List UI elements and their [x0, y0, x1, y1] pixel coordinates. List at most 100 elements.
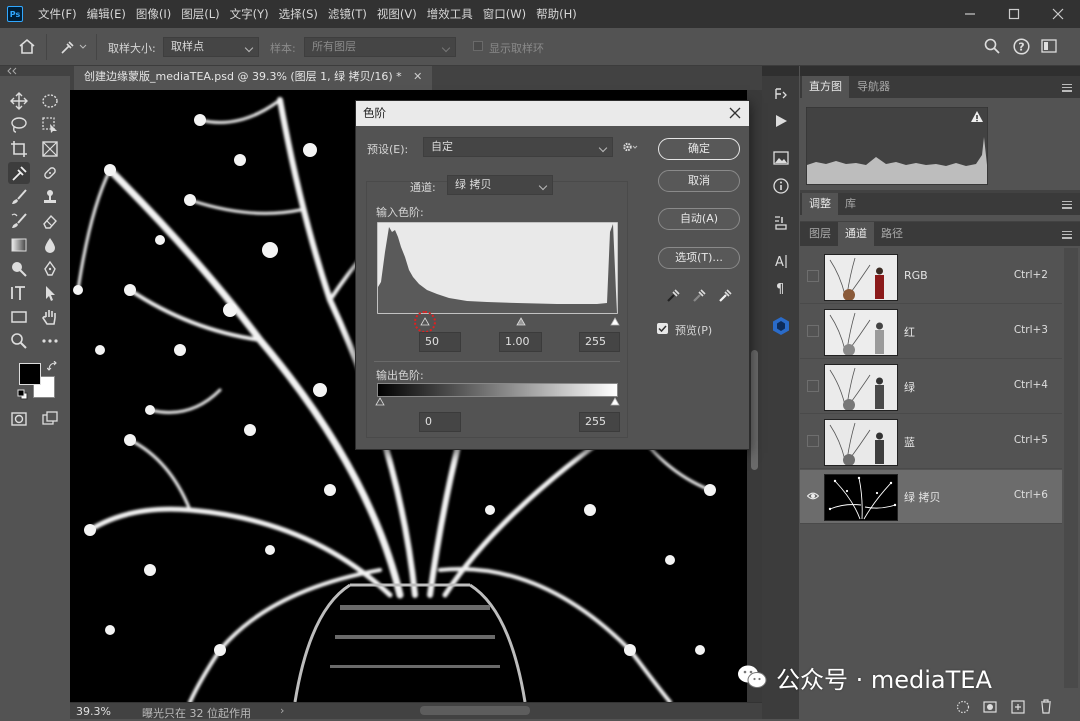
show-ring-checkbox[interactable] — [473, 41, 483, 51]
close-window-button[interactable] — [1036, 0, 1080, 28]
zoom-level[interactable]: 39.3% — [76, 705, 111, 718]
gamma-slider[interactable] — [516, 317, 526, 326]
pen-tool[interactable] — [39, 258, 61, 280]
load-selection-button[interactable] — [956, 700, 970, 714]
save-selection-button[interactable] — [983, 700, 997, 714]
document-tab[interactable]: 创建边缘蒙版_mediaTEA.psd @ 39.3% (图层 1, 绿 拷贝/… — [74, 66, 433, 90]
menu-layer[interactable]: 图层(L) — [176, 0, 224, 28]
lasso-tool[interactable] — [8, 114, 30, 136]
menu-file[interactable]: 文件(F) — [33, 0, 82, 28]
close-icon[interactable] — [727, 105, 743, 121]
frame-tool[interactable] — [39, 138, 61, 160]
swap-colors-button[interactable] — [47, 361, 59, 373]
menu-type[interactable]: 文字(Y) — [225, 0, 274, 28]
menu-edit[interactable]: 编辑(E) — [82, 0, 131, 28]
menu-window[interactable]: 窗口(W) — [478, 0, 531, 28]
channel-select[interactable]: 绿 拷贝 — [447, 175, 553, 195]
menu-filter[interactable]: 滤镜(T) — [323, 0, 372, 28]
channels-menu-icon[interactable] — [1062, 229, 1072, 240]
history-panel-button[interactable] — [771, 84, 791, 104]
black-eyedropper-icon[interactable] — [666, 287, 682, 303]
horizontal-scroll-thumb[interactable] — [420, 706, 530, 715]
cancel-button[interactable]: 取消 — [658, 170, 740, 192]
foreground-color-swatch[interactable] — [19, 363, 41, 385]
warning-icon[interactable] — [970, 110, 984, 123]
output-white-field[interactable]: 255 — [579, 412, 620, 432]
channel-row[interactable]: 红 Ctrl+3 — [800, 305, 1062, 359]
white-point-slider[interactable] — [610, 317, 620, 326]
maximize-button[interactable] — [992, 0, 1036, 28]
toolbox-collapse-strip[interactable] — [0, 66, 70, 76]
gray-eyedropper-icon[interactable] — [692, 287, 708, 303]
visibility-toggle[interactable] — [807, 490, 819, 502]
hand-tool[interactable] — [39, 306, 61, 328]
preset-options-button[interactable] — [622, 141, 638, 153]
menu-plugins[interactable]: 增效工具 — [422, 0, 478, 28]
adjustments-menu-icon[interactable] — [1062, 199, 1072, 210]
plugin-panel-button[interactable] — [771, 316, 791, 336]
stamp-tool[interactable] — [39, 186, 61, 208]
eyedropper-tool[interactable] — [8, 162, 30, 184]
auto-button[interactable]: 自动(A) — [658, 208, 740, 230]
channel-row[interactable]: 绿 Ctrl+4 — [800, 360, 1062, 414]
new-channel-button[interactable] — [1011, 700, 1025, 714]
object-select-tool[interactable] — [39, 114, 61, 136]
options-button[interactable]: 选项(T)... — [658, 247, 740, 269]
delete-channel-button[interactable] — [1039, 699, 1053, 714]
zoom-tool[interactable] — [8, 330, 30, 352]
help-button[interactable]: ? — [1013, 38, 1030, 55]
paragraph-panel-button[interactable]: ¶ — [771, 278, 791, 298]
more-tools-button[interactable] — [39, 330, 61, 352]
brush-tool[interactable] — [8, 186, 30, 208]
tab-navigator[interactable]: 导航器 — [850, 76, 897, 98]
properties-panel-button[interactable] — [771, 212, 791, 232]
history-brush-tool[interactable] — [8, 210, 30, 232]
search-button[interactable] — [984, 38, 1000, 54]
menu-select[interactable]: 选择(S) — [274, 0, 323, 28]
visibility-toggle[interactable] — [807, 270, 819, 282]
tab-histogram[interactable]: 直方图 — [802, 76, 849, 98]
histogram-menu-icon[interactable] — [1062, 82, 1072, 93]
dodge-tool[interactable] — [8, 258, 30, 280]
black-point-slider[interactable] — [420, 317, 430, 326]
visibility-toggle[interactable] — [807, 380, 819, 392]
status-menu-arrow[interactable]: › — [280, 704, 284, 717]
gradient-tool[interactable] — [8, 234, 30, 256]
healing-tool[interactable] — [39, 162, 61, 184]
eyedropper-preset-button[interactable] — [58, 38, 88, 56]
preview-checkbox[interactable] — [657, 323, 668, 334]
input-white-field[interactable]: 255 — [579, 332, 620, 352]
input-black-field[interactable]: 50 — [419, 332, 461, 352]
home-button[interactable] — [18, 38, 36, 54]
visibility-toggle[interactable] — [807, 435, 819, 447]
type-tool[interactable] — [8, 282, 30, 304]
tab-layers[interactable]: 图层 — [802, 222, 838, 246]
rectangle-tool[interactable] — [8, 306, 30, 328]
close-tab-icon[interactable]: ✕ — [413, 70, 422, 83]
preset-select[interactable]: 自定 — [423, 137, 613, 157]
screen-mode-button[interactable] — [39, 408, 61, 430]
output-black-field[interactable]: 0 — [419, 412, 461, 432]
visibility-toggle[interactable] — [807, 325, 819, 337]
info-panel-button[interactable] — [771, 176, 791, 196]
path-select-tool[interactable] — [39, 282, 61, 304]
actions-panel-button[interactable] — [771, 111, 791, 131]
quick-mask-button[interactable] — [8, 408, 30, 430]
output-black-slider[interactable] — [375, 397, 385, 406]
menu-help[interactable]: 帮助(H) — [531, 0, 582, 28]
default-colors-button[interactable] — [17, 389, 28, 400]
scroll-thumb[interactable] — [751, 350, 758, 470]
channel-row[interactable]: RGB Ctrl+2 — [800, 250, 1062, 304]
workspace-button[interactable] — [1041, 39, 1057, 53]
crop-tool[interactable] — [8, 138, 30, 160]
ok-button[interactable]: 确定 — [658, 138, 740, 160]
input-gamma-field[interactable]: 1.00 — [499, 332, 542, 352]
image-panel-button[interactable] — [771, 148, 791, 168]
tab-channels[interactable]: 通道 — [838, 222, 874, 246]
output-white-slider[interactable] — [610, 397, 620, 406]
tab-libraries[interactable]: 库 — [838, 193, 863, 215]
sample-select[interactable]: 所有图层 — [304, 37, 456, 57]
tab-paths[interactable]: 路径 — [874, 222, 910, 246]
sample-size-select[interactable]: 取样点 — [163, 37, 259, 57]
move-tool[interactable] — [8, 90, 30, 112]
